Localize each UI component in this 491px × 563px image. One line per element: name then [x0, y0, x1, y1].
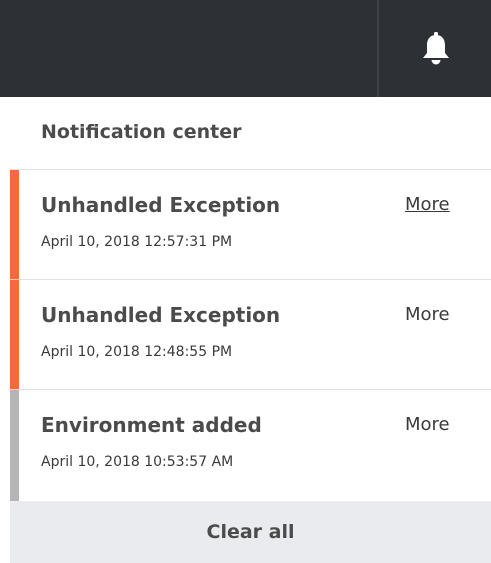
info-indicator-bar	[10, 390, 19, 501]
bell-icon	[423, 32, 449, 65]
notification-item: Unhandled Exception April 10, 2018 12:57…	[10, 170, 491, 280]
clear-all-button[interactable]: Clear all	[207, 521, 295, 543]
panel-title: Notification center	[41, 121, 242, 143]
notification-timestamp: April 10, 2018 12:48:55 PM	[41, 344, 233, 360]
notifications-button[interactable]	[405, 25, 467, 73]
panel-header: Notification center	[10, 97, 491, 170]
topbar-divider	[377, 0, 379, 97]
error-indicator-bar	[10, 170, 19, 279]
notification-panel: Notification center Unhandled Exception …	[10, 97, 491, 563]
notification-title: Unhandled Exception	[41, 193, 281, 217]
notification-title: Environment added	[41, 413, 262, 437]
more-link[interactable]: More	[405, 304, 450, 325]
notification-timestamp: April 10, 2018 12:57:31 PM	[41, 234, 233, 250]
notification-title: Unhandled Exception	[41, 303, 281, 327]
top-bar	[0, 0, 491, 97]
notification-item: Environment added April 10, 2018 10:53:5…	[10, 390, 491, 501]
more-link[interactable]: More	[405, 414, 450, 435]
error-indicator-bar	[10, 280, 19, 389]
notification-timestamp: April 10, 2018 10:53:57 AM	[41, 454, 234, 470]
more-link[interactable]: More	[405, 194, 450, 215]
panel-footer: Clear all	[10, 501, 491, 563]
notification-item: Unhandled Exception April 10, 2018 12:48…	[10, 280, 491, 390]
